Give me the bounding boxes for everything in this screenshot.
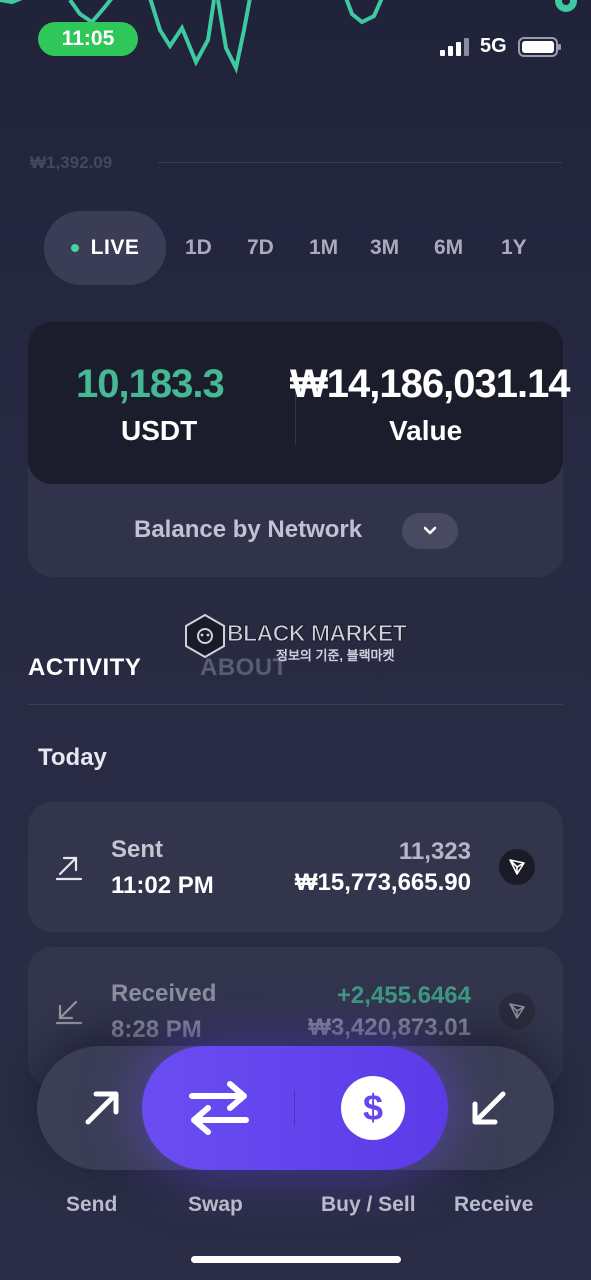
tab-about[interactable]: ABOUT <box>200 654 288 682</box>
range-tab-7d[interactable]: 7D <box>247 236 274 260</box>
home-indicator[interactable] <box>191 1256 401 1263</box>
tron-icon <box>499 849 535 885</box>
watermark-logo <box>185 614 225 658</box>
chevron-down-icon <box>423 526 437 535</box>
transaction-row[interactable] <box>28 802 563 932</box>
range-tab-live-label: LIVE <box>90 236 140 259</box>
activity-section-date: Today <box>38 744 107 771</box>
receive-label[interactable]: Receive <box>454 1193 533 1217</box>
transaction-time: 11:02 PM <box>111 872 214 899</box>
balance-by-network-label[interactable]: Balance by Network <box>134 516 362 544</box>
watermark-title: BLACK MARKET <box>226 620 407 647</box>
network-expand-button[interactable] <box>402 513 458 549</box>
transaction-fiat: ₩15,773,665.90 <box>294 869 471 896</box>
transaction-amount: 11,323 <box>398 838 471 865</box>
range-tab-1d[interactable]: 1D <box>185 236 212 260</box>
status-time: 11:05 <box>38 22 138 56</box>
dollar-icon: $ <box>362 1087 384 1128</box>
transaction-type: Sent <box>111 836 164 863</box>
range-tab-1m[interactable]: 1M <box>309 236 338 260</box>
arrow-up-right-icon <box>55 856 83 881</box>
transaction-type: Received <box>111 980 217 1007</box>
swap-label[interactable]: Swap <box>188 1193 243 1217</box>
swap-button[interactable] <box>188 1078 250 1138</box>
buy-sell-button[interactable]: $ <box>341 1076 405 1140</box>
cellular-signal-icon <box>440 38 469 56</box>
token-balance: 10,183.3 <box>76 362 225 406</box>
fiat-value: ₩14,186,031.14 <box>290 362 571 406</box>
range-tab-3m[interactable]: 3M <box>370 236 399 260</box>
battery-icon <box>518 37 561 57</box>
tab-divider <box>28 704 563 705</box>
action-divider <box>294 1090 295 1126</box>
chart-reference-price: ₩1,392.09 <box>30 153 113 172</box>
network-type: 5G <box>480 35 507 57</box>
live-indicator-dot <box>70 244 79 252</box>
range-tab-6m[interactable]: 6M <box>434 236 463 260</box>
transaction-time: 8:28 PM <box>111 1016 202 1043</box>
tab-activity[interactable]: ACTIVITY <box>28 654 141 682</box>
range-tab-1y[interactable]: 1Y <box>501 236 527 260</box>
transaction-fiat: ₩3,420,873.01 <box>308 1014 471 1041</box>
send-button[interactable] <box>82 1090 122 1126</box>
send-label[interactable]: Send <box>66 1193 117 1217</box>
watermark-subtitle: 정보의 기준, 블랙마켓 <box>276 648 395 663</box>
fiat-value-label: Value <box>389 415 463 446</box>
receive-button[interactable] <box>469 1090 509 1126</box>
tron-icon <box>499 993 535 1029</box>
range-tab-live[interactable]: LIVE <box>44 211 166 285</box>
buy-sell-label[interactable]: Buy / Sell <box>321 1193 416 1217</box>
chart-reference-line <box>158 162 562 163</box>
transaction-amount: +2,455.6464 <box>336 982 471 1009</box>
token-symbol: USDT <box>121 415 198 446</box>
arrow-down-left-icon <box>55 1000 83 1025</box>
